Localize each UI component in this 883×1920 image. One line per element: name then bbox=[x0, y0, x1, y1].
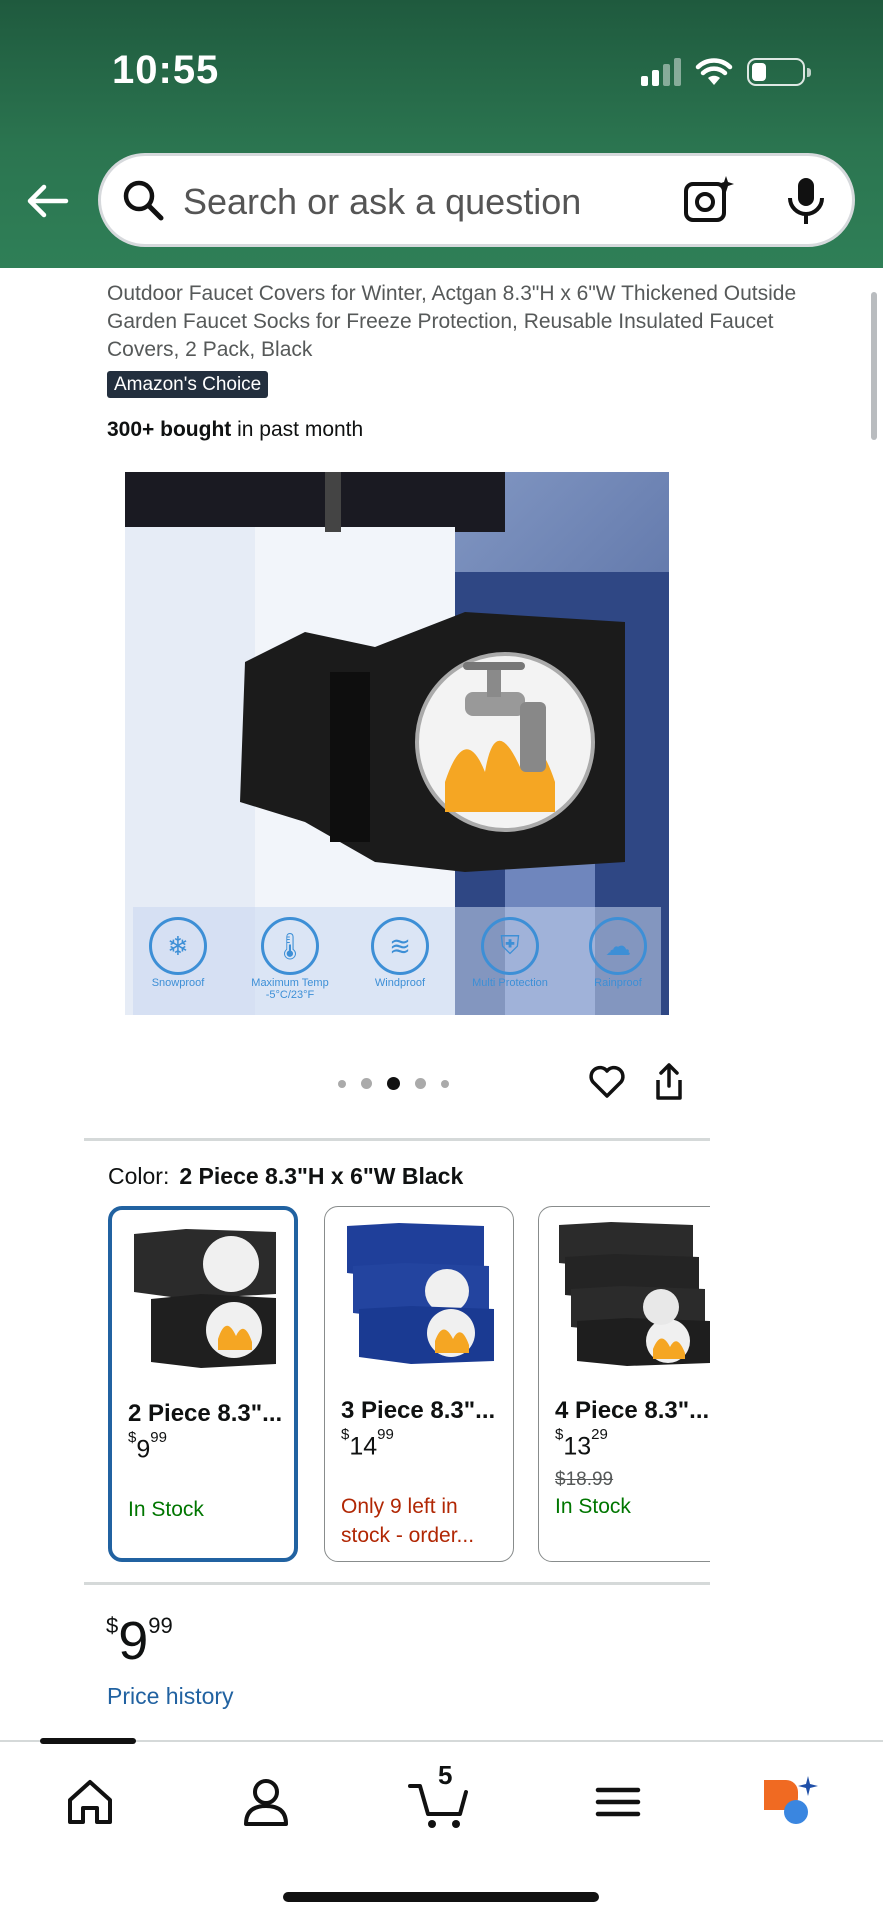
price-symbol: $ bbox=[106, 1613, 119, 1638]
rufus-assistant-icon[interactable] bbox=[760, 1772, 820, 1832]
color-swatch-4-piece[interactable]: 4 Piece 8.3"... $1329 $18.99 In Stock bbox=[538, 1206, 710, 1562]
color-swatch-2-piece[interactable]: 2 Piece 8.3"... $999 In Stock bbox=[108, 1206, 298, 1562]
swatch-stock-status: In Stock bbox=[128, 1498, 204, 1521]
camera-lens-icon[interactable] bbox=[682, 174, 734, 226]
product-price: $999 bbox=[106, 1610, 173, 1672]
cart-button[interactable]: 5 bbox=[408, 1760, 472, 1832]
bought-count: 300+ bought bbox=[107, 418, 232, 441]
color-swatch-carousel[interactable]: 2 Piece 8.3"... $999 In Stock 3 Piece 8.… bbox=[108, 1204, 710, 1564]
product-title[interactable]: Outdoor Faucet Covers for Winter, Actgan… bbox=[107, 280, 807, 364]
heart-icon[interactable] bbox=[588, 1063, 626, 1101]
share-icon[interactable] bbox=[652, 1062, 686, 1102]
swatch-name: 3 Piece 8.3"... bbox=[341, 1397, 496, 1424]
search-bar[interactable]: Search or ask a question bbox=[98, 153, 855, 247]
swatch-list-price: $18.99 bbox=[555, 1469, 614, 1490]
microphone-icon[interactable] bbox=[784, 176, 828, 226]
back-arrow-icon[interactable] bbox=[22, 176, 72, 226]
swatch-stock-status: In Stock bbox=[555, 1495, 631, 1518]
pager-dot[interactable] bbox=[338, 1079, 346, 1088]
color-swatch-3-piece[interactable]: 3 Piece 8.3"... $1499 Only 9 left in sto… bbox=[324, 1206, 514, 1562]
feature-max-temp: 🌡 Maximum Temp -5°C/23°F bbox=[245, 917, 335, 1001]
pager-dot[interactable] bbox=[441, 1079, 449, 1088]
shield-icon: ⛨ bbox=[481, 917, 539, 975]
product-image[interactable]: ❄ Snowproof 🌡 Maximum Temp -5°C/23°F ≋ Wind… bbox=[125, 472, 669, 1015]
swatch-stock-status-line2: stock - order... bbox=[341, 1524, 475, 1547]
wifi-icon bbox=[695, 58, 733, 85]
swatch-thumbnail bbox=[559, 1222, 710, 1366]
price-whole: 9 bbox=[118, 1611, 149, 1671]
pager-dot-active[interactable] bbox=[387, 1077, 400, 1090]
swatch-thumbnail bbox=[134, 1229, 276, 1368]
bottom-navigation: 5 bbox=[0, 1738, 883, 1920]
swatch-name: 4 Piece 8.3"... bbox=[555, 1397, 710, 1424]
account-icon[interactable] bbox=[236, 1772, 296, 1832]
home-indicator[interactable] bbox=[283, 1892, 599, 1902]
feature-rainproof: ☁ Rainproof bbox=[573, 917, 663, 989]
status-time: 10:55 bbox=[112, 48, 220, 92]
battery-icon bbox=[747, 58, 811, 86]
feature-strip: ❄ Snowproof 🌡 Maximum Temp -5°C/23°F ≋ Wind… bbox=[133, 907, 661, 1015]
snowflake-icon: ❄ bbox=[149, 917, 207, 975]
pager-dot[interactable] bbox=[415, 1078, 426, 1089]
bought-in-past-month: 300+ bought in past month bbox=[107, 418, 363, 442]
status-icons bbox=[641, 56, 811, 88]
divider bbox=[84, 1138, 710, 1141]
scrollbar[interactable] bbox=[871, 292, 877, 440]
cart-count: 5 bbox=[438, 1760, 453, 1790]
cloud-icon: ☁ bbox=[589, 917, 647, 975]
app-header: 10:55 Search or ask a question bbox=[0, 0, 883, 268]
home-icon[interactable] bbox=[60, 1772, 120, 1832]
active-tab-indicator bbox=[40, 1738, 136, 1744]
swatch-price: $1499 bbox=[341, 1426, 394, 1461]
swatch-thumbnail bbox=[347, 1223, 494, 1364]
feature-snowproof: ❄ Snowproof bbox=[133, 917, 223, 989]
color-value: 2 Piece 8.3"H x 6"W Black bbox=[179, 1163, 464, 1189]
feature-multi-protection: ⛨ Multi Protection bbox=[465, 917, 555, 989]
thermometer-icon: 🌡 bbox=[261, 917, 319, 975]
price-history-link[interactable]: Price history bbox=[107, 1683, 234, 1710]
swatch-stock-status-line1: Only 9 left in bbox=[341, 1495, 458, 1518]
search-input[interactable]: Search or ask a question bbox=[183, 181, 581, 223]
swatch-price: $1329 bbox=[555, 1426, 608, 1461]
image-pager[interactable] bbox=[338, 1077, 449, 1090]
swatch-price: $999 bbox=[128, 1429, 167, 1464]
menu-icon[interactable] bbox=[588, 1772, 648, 1832]
search-icon bbox=[123, 180, 164, 221]
wind-icon: ≋ bbox=[371, 917, 429, 975]
amazons-choice-badge: Amazon's Choice bbox=[107, 371, 269, 398]
divider bbox=[84, 1582, 710, 1585]
color-selector-label: Color: 2 Piece 8.3"H x 6"W Black bbox=[108, 1163, 463, 1190]
swatch-name: 2 Piece 8.3"... bbox=[128, 1400, 283, 1427]
feature-windproof: ≋ Windproof bbox=[355, 917, 445, 989]
pager-dot[interactable] bbox=[361, 1078, 372, 1089]
cellular-signal-icon bbox=[641, 58, 681, 86]
color-label: Color: bbox=[108, 1163, 170, 1189]
price-fraction: 99 bbox=[148, 1613, 173, 1638]
bought-suffix: in past month bbox=[231, 418, 364, 441]
